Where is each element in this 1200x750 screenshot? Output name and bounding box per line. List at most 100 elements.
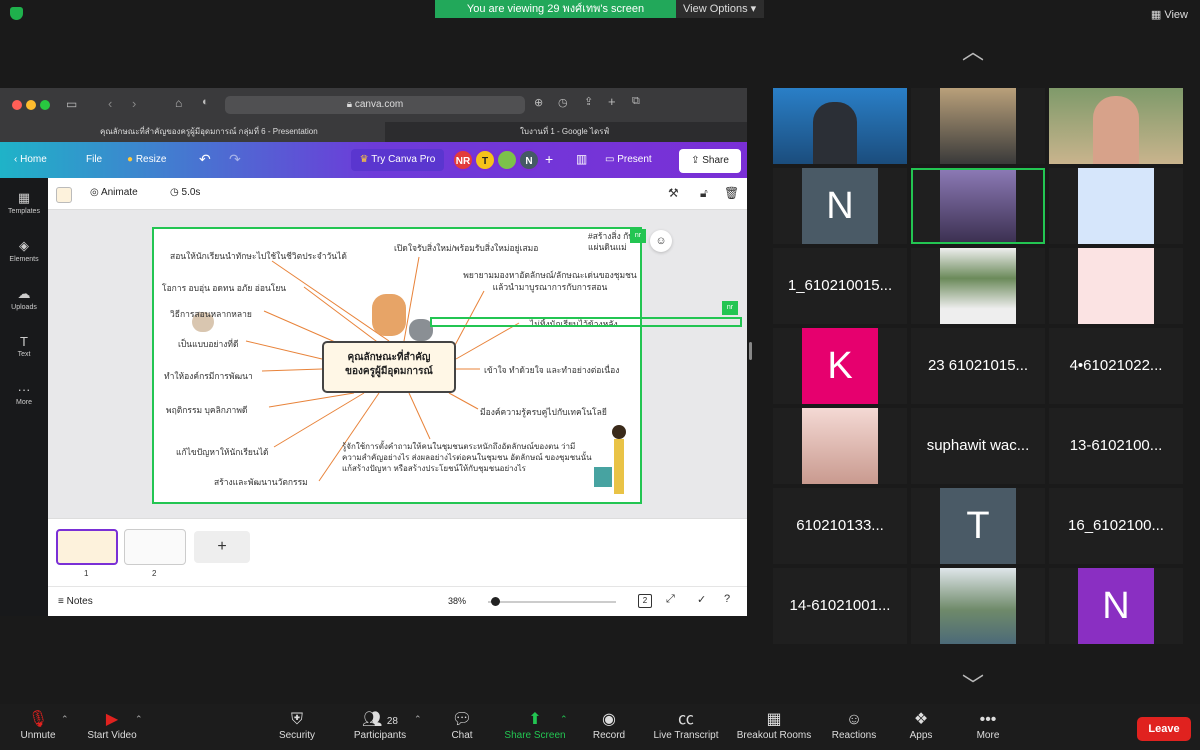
try-canva-pro-button[interactable]: ♛ Try Canva Pro	[351, 149, 444, 171]
participant-tile[interactable]: 23 61021015...	[911, 328, 1045, 404]
collaborator-avatar[interactable]: N	[518, 149, 540, 171]
participant-tile[interactable]: N	[1049, 568, 1183, 644]
security-button[interactable]: ⛨ Security	[252, 710, 342, 741]
slide-canvas[interactable]: คุณลักษณะที่สำคัญ ของครูผู้มีอุดมการณ์ ส…	[152, 227, 742, 504]
page-thumbnail-1[interactable]	[56, 529, 118, 565]
split-resize-handle[interactable]	[749, 342, 752, 360]
animate-button[interactable]: ◎ Animate	[90, 187, 138, 198]
tab-overview-icon[interactable]: ⧉	[632, 95, 640, 108]
home-icon[interactable]: ⌂	[175, 96, 182, 110]
participant-avatar-photo	[1078, 168, 1154, 244]
gallery-down-chevron-icon[interactable]: ﹀	[962, 668, 984, 700]
collaborator-avatar-photo[interactable]	[496, 149, 518, 171]
maximize-window-icon[interactable]	[40, 100, 50, 110]
check-icon[interactable]: ✓	[697, 593, 706, 606]
video-options-caret-icon[interactable]: ⌃	[135, 714, 143, 725]
help-icon[interactable]: ?	[724, 593, 730, 605]
participant-tile[interactable]	[911, 88, 1045, 164]
participant-tile[interactable]: K	[773, 328, 907, 404]
view-button[interactable]: ▦ View	[1151, 8, 1188, 21]
participant-tile[interactable]	[1049, 248, 1183, 324]
page-thumbnail-2[interactable]	[124, 529, 186, 565]
new-tab-icon[interactable]: +	[608, 94, 616, 109]
back-icon[interactable]: ‹	[108, 96, 112, 111]
sidebar-icon[interactable]: ▭	[66, 97, 77, 111]
add-comment-icon[interactable]: ☺	[650, 230, 672, 252]
canva-side-panel: ▦ Templates ◈ Elements ☁ Uploads T Text ··· M…	[0, 178, 48, 616]
duration-button[interactable]: ◷ 5.0s	[170, 187, 200, 198]
paint-roller-icon[interactable]: ⚒	[668, 186, 679, 200]
trash-icon[interactable]: 🗑︎	[724, 186, 739, 200]
people-icon: 👥︎ 28	[362, 711, 398, 728]
share-page-icon[interactable]: ⇪	[584, 95, 593, 108]
undo-icon[interactable]: ↶	[199, 151, 211, 168]
participant-tile[interactable]	[911, 568, 1045, 644]
resize-button[interactable]: ● Resize	[127, 154, 166, 165]
lock-icon[interactable]: 🔓︎	[700, 186, 708, 201]
participant-tile[interactable]: 14-61021001...	[773, 568, 907, 644]
rail-elements[interactable]: ◈ Elements	[0, 238, 48, 263]
canva-header: ‹ Home File ● Resize ↶ ↷ ♛ Try Canva Pro…	[0, 142, 747, 178]
privacy-shield-icon[interactable]: ◐	[202, 96, 209, 108]
share-button[interactable]: ⇪ Share	[679, 149, 741, 173]
page-count-badge[interactable]: 2	[638, 594, 652, 608]
participant-tile[interactable]: N	[773, 168, 907, 244]
add-collaborator-icon[interactable]: +	[545, 151, 553, 167]
breakout-rooms-button[interactable]: ▦ Breakout Rooms	[729, 710, 819, 741]
present-button[interactable]: ▭ Present	[605, 154, 652, 165]
text-icon: T	[20, 334, 28, 349]
forward-icon[interactable]: ›	[132, 96, 136, 111]
rail-uploads[interactable]: ☁ Uploads	[0, 286, 48, 311]
rail-text[interactable]: T Text	[0, 334, 48, 358]
collaborator-avatar[interactable]: T	[474, 149, 496, 171]
elements-icon: ◈	[19, 238, 29, 253]
rail-templates[interactable]: ▦ Templates	[0, 190, 48, 215]
address-bar[interactable]: 🔒︎ canva.com	[225, 96, 525, 114]
participant-name: 14-61021001...	[789, 597, 891, 614]
leave-button[interactable]: Leave	[1137, 717, 1191, 741]
fullscreen-icon[interactable]: ⤢	[666, 593, 675, 606]
encryption-shield-icon[interactable]	[10, 7, 23, 20]
history-icon[interactable]: ◷	[558, 96, 568, 109]
insights-chart-icon[interactable]: ▥	[576, 152, 587, 166]
download-icon[interactable]: ⊕	[534, 96, 543, 109]
participant-tile[interactable]: 4•61021022...	[1049, 328, 1183, 404]
participant-tile[interactable]	[773, 88, 907, 164]
notes-button[interactable]: ≡ Notes	[58, 596, 93, 607]
live-transcript-button[interactable]: ㏄ Live Transcript	[641, 710, 731, 741]
collaborator-avatar[interactable]: NR	[452, 149, 474, 171]
mindmap-node: พฤติกรรม บุคลิกภาพดี	[166, 405, 248, 415]
participant-tile[interactable]	[1049, 168, 1183, 244]
gallery-up-chevron-icon[interactable]: ︿	[962, 34, 984, 66]
tab-google-drive[interactable]: ใบงานที่ 1 - Google ไดรฟ์	[386, 122, 747, 142]
participant-tile-active-speaker[interactable]	[911, 168, 1045, 244]
participant-avatar: T	[940, 488, 1016, 564]
participant-avatar-photo	[940, 88, 1016, 164]
participant-tile[interactable]	[1049, 88, 1183, 164]
background-color-swatch[interactable]	[56, 187, 72, 203]
mindmap-node: โอการ อบอุ่น อดทน อภัย อ่อนโยน	[162, 283, 287, 293]
view-options-button[interactable]: View Options ▾	[676, 0, 764, 18]
add-page-button[interactable]: +	[194, 531, 250, 563]
more-button[interactable]: ••• More	[943, 710, 1033, 741]
home-button[interactable]: ‹ Home	[14, 154, 47, 165]
redo-icon[interactable]: ↷	[229, 151, 241, 168]
participants-button[interactable]: 👥︎ 28 Participants	[335, 710, 425, 741]
minimize-window-icon[interactable]	[26, 100, 36, 110]
participant-tile[interactable]	[911, 248, 1045, 324]
start-video-button[interactable]: ▶︎ Start Video	[67, 710, 157, 741]
participant-tile[interactable]: 13-6102100...	[1049, 408, 1183, 484]
participant-tile[interactable]: suphawit wac...	[911, 408, 1045, 484]
rail-more[interactable]: ··· More	[0, 382, 48, 406]
participant-tile[interactable]	[773, 408, 907, 484]
file-menu[interactable]: File	[86, 154, 102, 165]
zoom-slider[interactable]	[488, 601, 616, 603]
tab-presentation[interactable]: คุณลักษณะที่สำคัญของครูผู้มีอุดมการณ์ กล…	[0, 122, 385, 142]
participant-tile[interactable]: 1_610210015...	[773, 248, 907, 324]
participant-tile[interactable]: T	[911, 488, 1045, 564]
cc-icon: ㏄	[677, 711, 694, 728]
participant-tile[interactable]: 610210133...	[773, 488, 907, 564]
participant-tile[interactable]: 16_6102100...	[1049, 488, 1183, 564]
close-window-icon[interactable]	[12, 100, 22, 110]
zoom-slider-handle[interactable]	[491, 597, 500, 606]
